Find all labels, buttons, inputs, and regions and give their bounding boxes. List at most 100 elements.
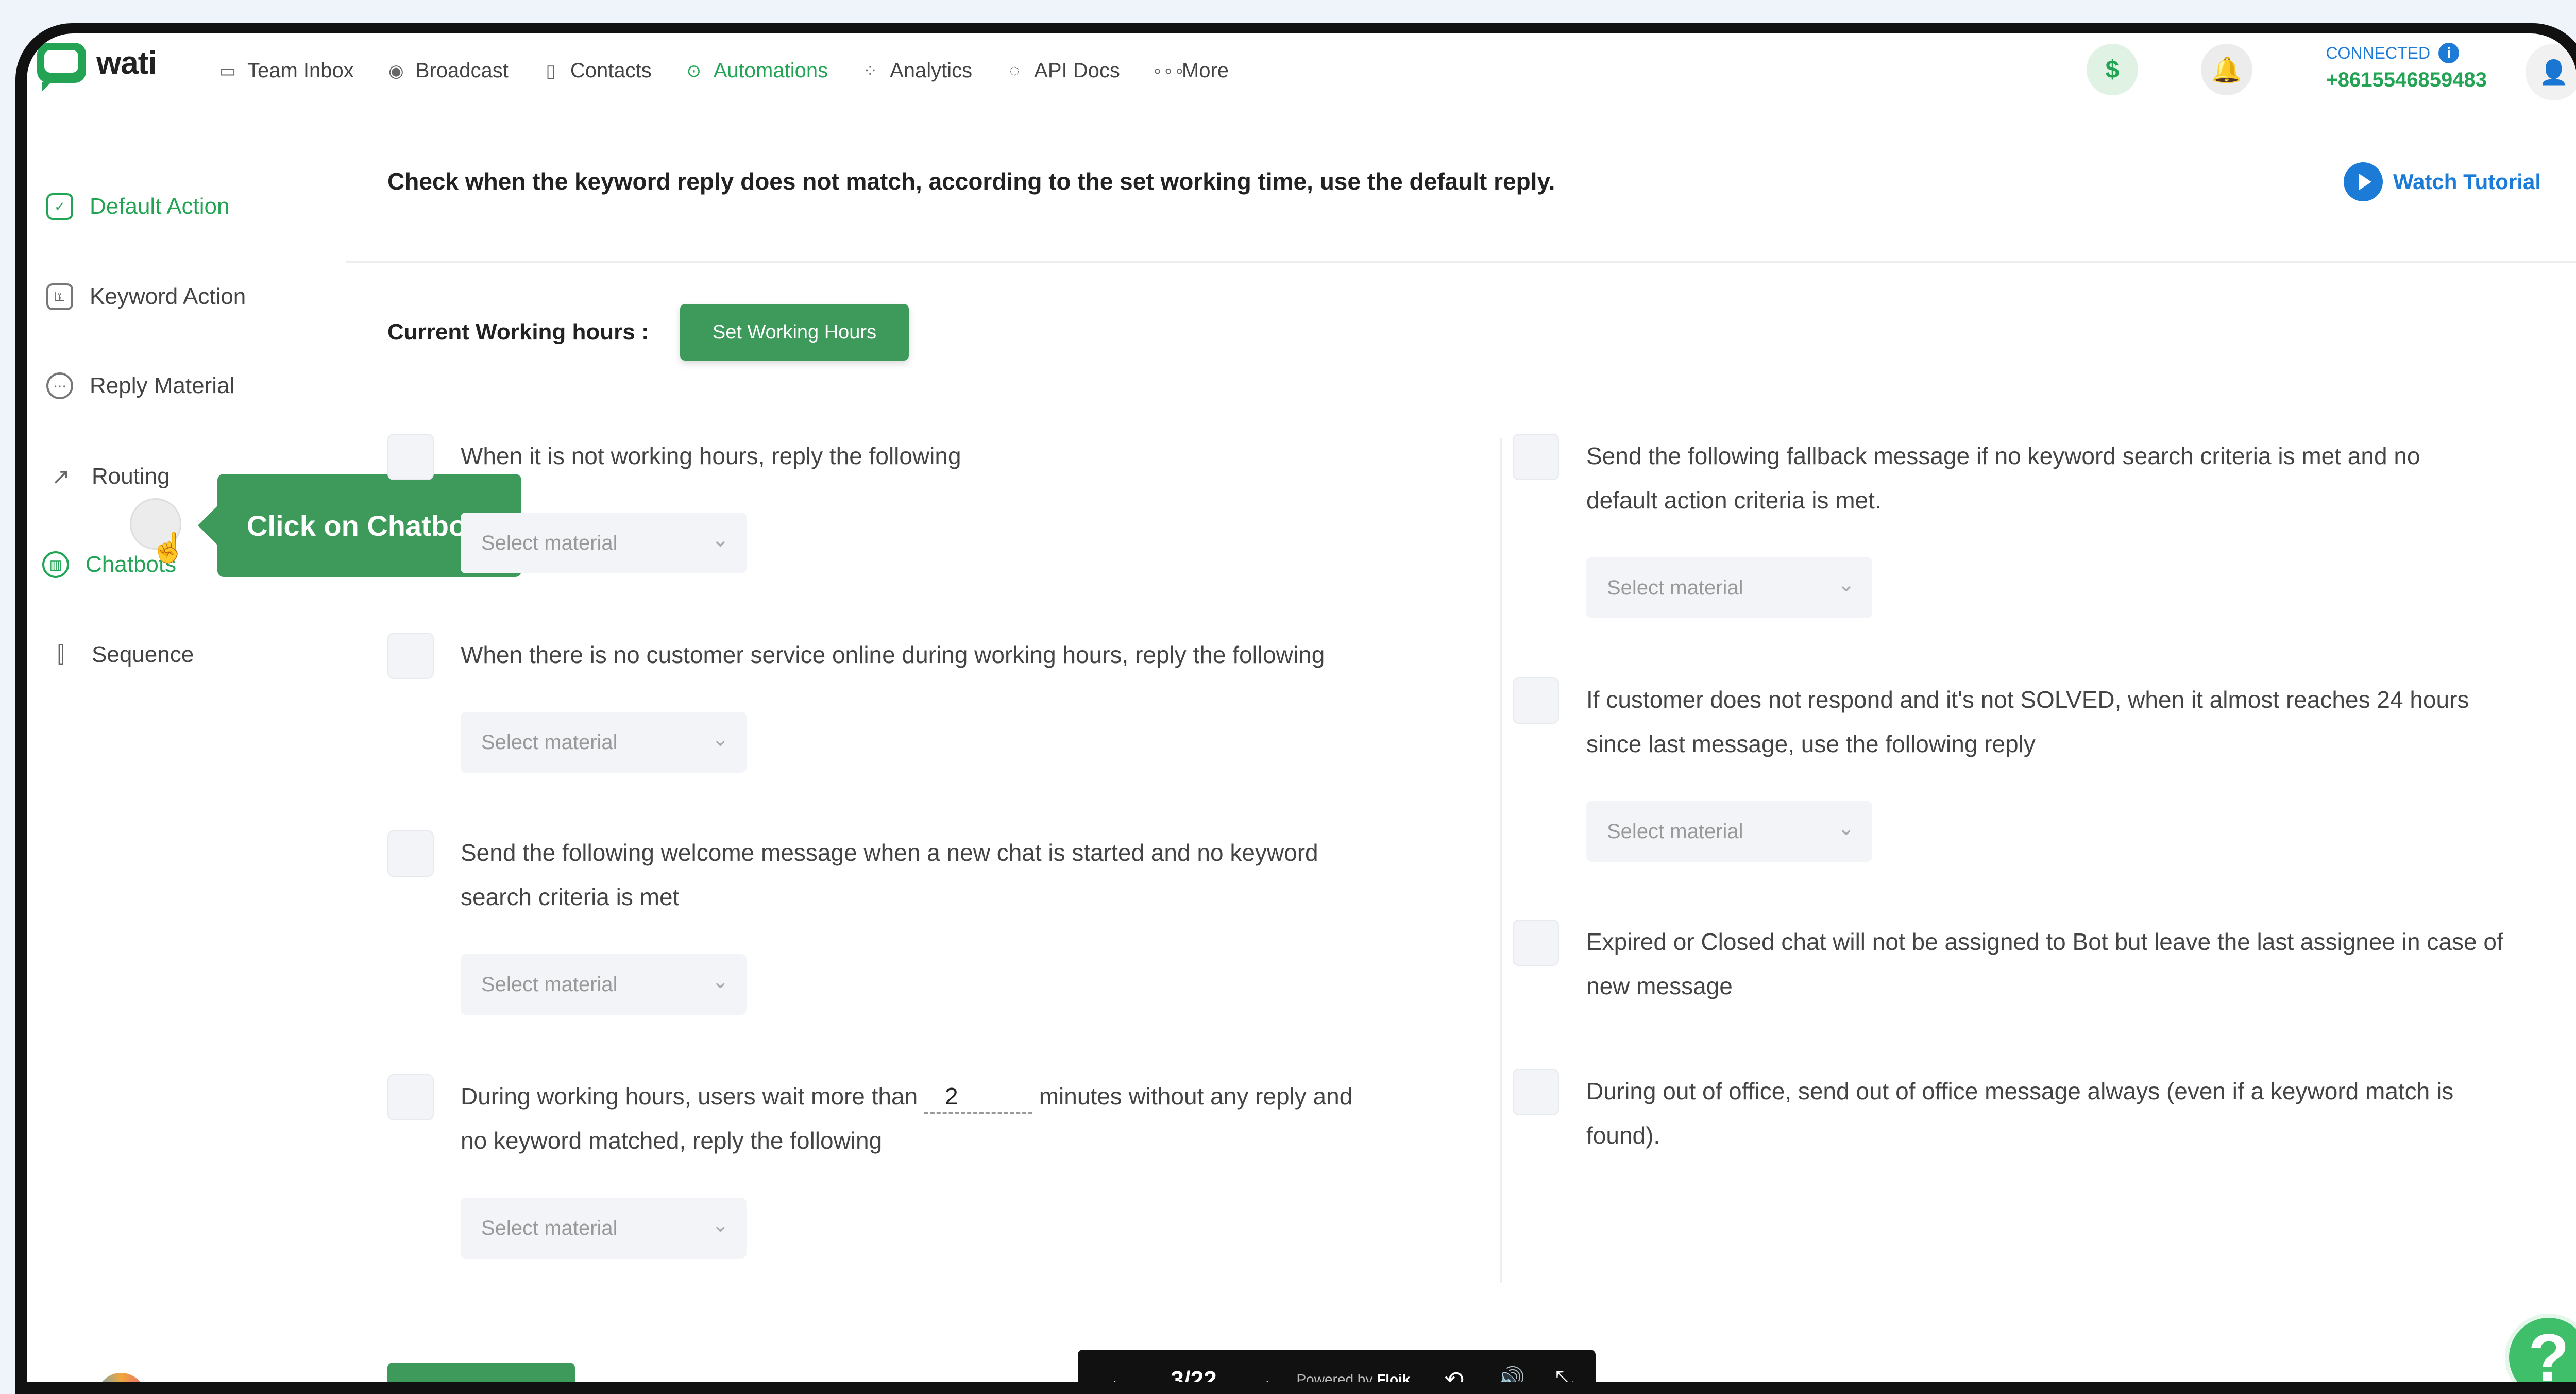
save-settings-button[interactable]: Save settings xyxy=(387,1363,575,1382)
sidebar-item-label: Default Action xyxy=(90,194,230,219)
nav-items: ▭ Team Inbox ◉ Broadcast ▯ Contacts ⊙ Au… xyxy=(217,33,1229,108)
nav-analytics[interactable]: ⁘ Analytics xyxy=(860,59,972,82)
nav-label: Analytics xyxy=(890,59,973,82)
select-material-dropdown[interactable]: Select material ⌄ xyxy=(461,712,747,773)
nav-broadcast[interactable]: ◉ Broadcast xyxy=(386,59,509,82)
exit-fullscreen-button[interactable]: ⤡ xyxy=(1544,1350,1585,1383)
arrow-right-icon: → xyxy=(1250,1365,1276,1383)
option-text-line: Send the following fallback message if n… xyxy=(1586,443,2420,469)
option-checkbox[interactable] xyxy=(1513,920,1559,966)
api-docs-icon: ◌ xyxy=(1009,61,1020,80)
option-text: During working hours, users wait more th… xyxy=(461,1074,1352,1163)
option-checkbox[interactable] xyxy=(1513,1069,1559,1115)
play-icon xyxy=(2344,162,2383,201)
set-working-hours-button[interactable]: Set Working Hours xyxy=(680,304,909,361)
nav-label: Automations xyxy=(713,59,828,82)
select-material-dropdown[interactable]: Select material ⌄ xyxy=(461,513,747,573)
sidebar-item-reply-material[interactable]: ⋯ Reply Material xyxy=(46,372,234,399)
restart-button[interactable]: ⟲ xyxy=(1433,1350,1475,1383)
nav-more[interactable]: ∘∘∘ More xyxy=(1152,59,1229,82)
option-text: Expired or Closed chat will not be assig… xyxy=(1586,920,2503,1008)
option-text-after: minutes without any reply and xyxy=(1039,1083,1353,1110)
sidebar-item-label: Keyword Action xyxy=(90,284,246,309)
watch-tutorial-link[interactable]: Watch Tutorial xyxy=(2344,162,2541,201)
nav-contacts[interactable]: ▯ Contacts xyxy=(540,59,652,82)
nav-team-inbox[interactable]: ▭ Team Inbox xyxy=(217,59,354,82)
working-hours-label: Current Working hours : xyxy=(387,319,649,345)
step-counter-text: 3/22 xyxy=(1171,1366,1217,1383)
default-action-icon: ✓ xyxy=(46,193,73,220)
option-checkbox[interactable] xyxy=(387,1074,434,1120)
option-text-line: Send the following welcome message when … xyxy=(461,839,1318,866)
billing-dollar-button[interactable]: $ xyxy=(2087,44,2138,95)
sidebar: ✓ Default Action ⚿ Keyword Action ⋯ Repl… xyxy=(27,108,346,1382)
option-text: Send the following fallback message if n… xyxy=(1586,434,2420,522)
select-material-dropdown[interactable]: Select material ⌄ xyxy=(461,954,747,1015)
tutorial-label: Watch Tutorial xyxy=(2393,169,2541,194)
sidebar-item-label: Routing xyxy=(92,464,170,489)
brand-name: wati xyxy=(96,45,157,81)
select-material-dropdown[interactable]: Select material ⌄ xyxy=(461,1198,747,1259)
select-material-dropdown[interactable]: Select material ⌄ xyxy=(1586,557,1872,618)
select-placeholder: Select material xyxy=(481,730,618,754)
option-checkbox[interactable] xyxy=(387,633,434,679)
option-checkbox[interactable] xyxy=(387,830,434,877)
chatbots-icon: ▥ xyxy=(42,551,69,578)
bell-icon: 🔔 xyxy=(2211,56,2242,84)
option-checkbox[interactable] xyxy=(387,434,434,480)
info-icon[interactable]: i xyxy=(2438,43,2460,63)
page-description: Check when the keyword reply does not ma… xyxy=(387,168,1555,195)
chevron-down-icon: ⌄ xyxy=(711,1214,729,1236)
option-text-line: no keyword matched, reply the following xyxy=(461,1127,883,1154)
sidebar-item-default-action[interactable]: ✓ Default Action xyxy=(46,193,230,220)
profile-avatar[interactable]: 👤 xyxy=(2526,44,2576,100)
nav-label: API Docs xyxy=(1034,59,1120,82)
user-icon: 👤 xyxy=(2539,58,2569,86)
connection-label: CONNECTED xyxy=(2326,43,2431,62)
nav-label: Contacts xyxy=(570,59,652,82)
nav-api-docs[interactable]: ◌ API Docs xyxy=(1004,59,1120,82)
option-text: When there is no customer service online… xyxy=(461,641,1325,668)
chevron-down-icon: ⌄ xyxy=(1837,817,1855,840)
main-content: Check when the keyword reply does not ma… xyxy=(346,108,2576,1382)
sidebar-item-keyword-action[interactable]: ⚿ Keyword Action xyxy=(46,283,246,310)
sequence-sliders-icon: ⫿ xyxy=(57,642,65,667)
nav-automations[interactable]: ⊙ Automations xyxy=(684,59,828,82)
restart-icon: ⟲ xyxy=(1444,1366,1464,1383)
routing-icon: ↗ xyxy=(51,464,71,489)
chat-bubble-icon xyxy=(37,43,86,91)
powered-by-text: Powered by xyxy=(1296,1371,1373,1383)
sidebar-item-label: Reply Material xyxy=(90,373,235,398)
volume-icon: 🔊 xyxy=(1496,1366,1526,1382)
option-checkbox[interactable] xyxy=(1513,677,1559,724)
option-checkbox[interactable] xyxy=(1513,434,1559,480)
floik-logo-icon[interactable] xyxy=(96,1373,146,1382)
option-text-line: found). xyxy=(1586,1122,1660,1149)
select-material-dropdown[interactable]: Select material ⌄ xyxy=(1586,801,1872,862)
collapse-icon: ⤡ xyxy=(1555,1365,1574,1383)
header-row: Check when the keyword reply does not ma… xyxy=(346,108,2576,263)
notifications-button[interactable]: 🔔 xyxy=(2201,44,2252,95)
right-nav: $ 🔔 CONNECTED i +8615546859483 👤 xyxy=(1907,33,2576,108)
wati-logo[interactable]: wati xyxy=(37,43,157,91)
chevron-down-icon: ⌄ xyxy=(711,970,729,993)
volume-button[interactable]: 🔊 xyxy=(1490,1350,1531,1382)
dollar-icon: $ xyxy=(2105,56,2120,83)
option-text: If customer does not respond and it's no… xyxy=(1586,677,2469,766)
option-text-line: search criteria is met xyxy=(461,883,680,910)
next-step-button[interactable]: → xyxy=(1243,1350,1284,1383)
select-placeholder: Select material xyxy=(1607,820,1743,843)
nav-label: Team Inbox xyxy=(247,59,354,82)
floik-player-bar: ← 3/22 → Powered by Floik ⟲ 🔊 ⤡ xyxy=(1078,1350,1596,1382)
broadcast-icon: ◉ xyxy=(388,61,404,81)
step-counter: 3/22 xyxy=(1150,1350,1238,1383)
option-text: Send the following welcome message when … xyxy=(461,830,1318,919)
wait-minutes-input[interactable]: 2 xyxy=(924,1081,1032,1114)
sidebar-item-sequence[interactable]: ⫿ Sequence xyxy=(46,640,194,669)
powered-by[interactable]: Powered by Floik xyxy=(1289,1350,1418,1383)
previous-step-button[interactable]: ← xyxy=(1098,1350,1140,1383)
option-text: During out of office, send out of office… xyxy=(1586,1069,2453,1158)
sidebar-item-routing[interactable]: ↗ Routing xyxy=(46,462,170,491)
app-screen: wati ▭ Team Inbox ◉ Broadcast ▯ Contacts… xyxy=(27,33,2576,1382)
top-nav: wati ▭ Team Inbox ◉ Broadcast ▯ Contacts… xyxy=(27,33,2576,108)
